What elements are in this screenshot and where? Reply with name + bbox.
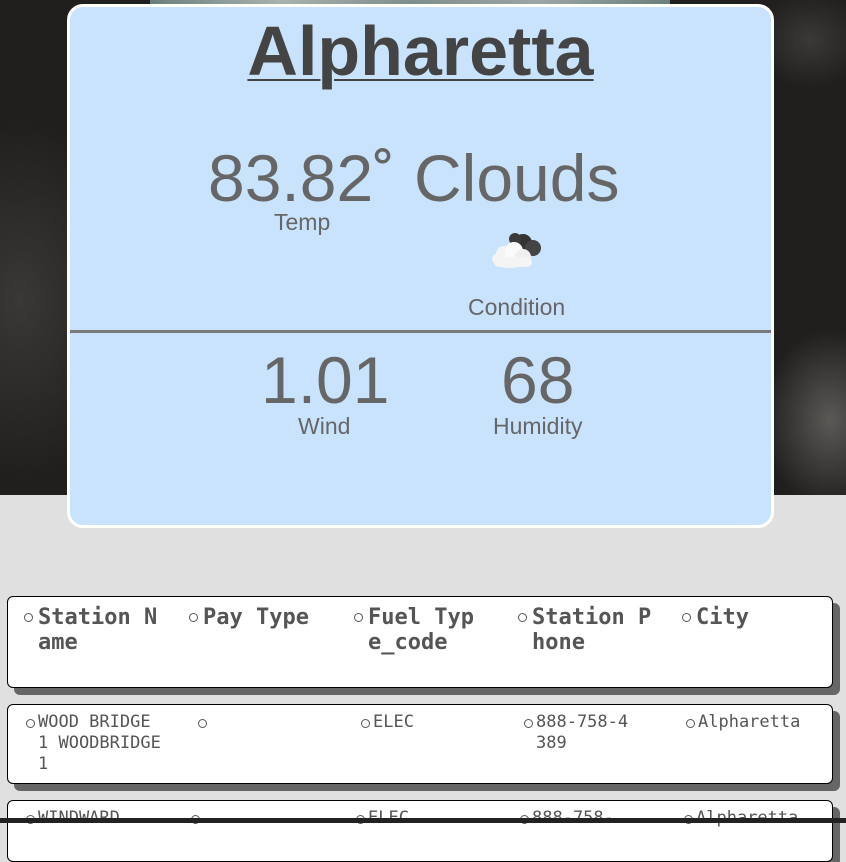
window-bottom-edge [0, 818, 846, 823]
bullet-icon [361, 719, 370, 728]
condition-value: Clouds [414, 141, 620, 215]
humidity-value: 68 [501, 343, 575, 417]
cloud-icon [492, 233, 541, 268]
temperature-label: Temp [274, 209, 331, 235]
wind-value: 1.01 [261, 343, 390, 417]
wind-label: Wind [298, 413, 351, 439]
city-title: Alpharetta [247, 12, 594, 90]
bullet-icon [682, 613, 691, 622]
temperature-value: 83.82˚ [208, 141, 396, 215]
station-row[interactable]: WINDWARD ELEC 888-758- Alpharetta [7, 800, 833, 862]
humidity-label: Humidity [493, 413, 583, 439]
bullet-icon [24, 613, 33, 622]
bullet-icon [518, 613, 527, 622]
bullet-icon [524, 719, 533, 728]
bullet-icon [26, 719, 35, 728]
condition-label: Condition [468, 294, 566, 320]
bullet-icon [686, 719, 695, 728]
bullet-icon [354, 613, 363, 622]
weather-divider [70, 330, 771, 333]
station-table-header: Station Name Pay Type Fuel Type_code Sta… [7, 596, 833, 688]
weather-card: Alpharetta 83.82˚ Temp Clouds Condition … [67, 4, 774, 528]
bullet-icon [189, 613, 198, 622]
bullet-icon [198, 719, 207, 728]
station-row[interactable]: WOOD BRIDGE 1 WOODBRIDGE1 ELEC 888-758-4… [7, 704, 833, 784]
